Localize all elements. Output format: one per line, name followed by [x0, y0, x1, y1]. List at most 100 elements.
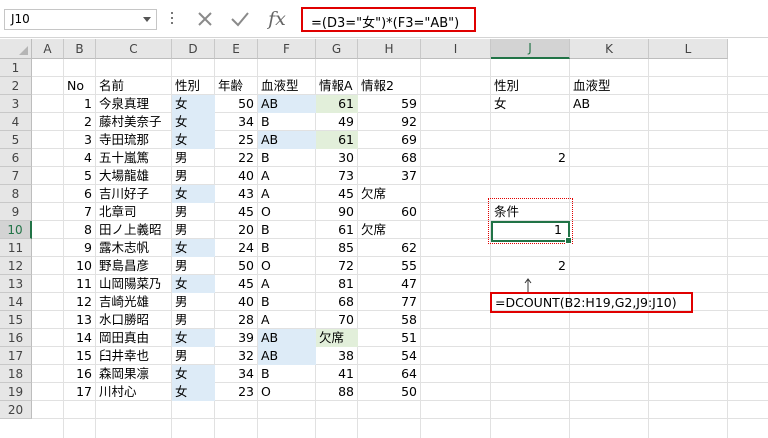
- table-cell[interactable]: 50: [215, 257, 258, 275]
- table-cell[interactable]: 90: [316, 203, 358, 221]
- table-cell[interactable]: 今泉真理: [96, 95, 172, 113]
- table-cell[interactable]: 92: [358, 113, 421, 131]
- table-cell[interactable]: 39: [215, 329, 258, 347]
- row-header-19[interactable]: 19: [0, 383, 32, 401]
- table-cell[interactable]: 55: [358, 257, 421, 275]
- dcount-result[interactable]: 2: [491, 257, 570, 275]
- table-cell[interactable]: 9: [64, 239, 96, 257]
- table-cell[interactable]: 22: [215, 149, 258, 167]
- table-cell[interactable]: 69: [358, 131, 421, 149]
- table-cell[interactable]: 女: [172, 113, 215, 131]
- table-cell[interactable]: 女: [172, 329, 215, 347]
- table-cell[interactable]: 寺田琉那: [96, 131, 172, 149]
- row-header-13[interactable]: 13: [0, 275, 32, 293]
- table-cell[interactable]: 51: [358, 329, 421, 347]
- table-cell[interactable]: 男: [172, 203, 215, 221]
- table-cell[interactable]: 72: [316, 257, 358, 275]
- table-cell[interactable]: 7: [64, 203, 96, 221]
- table-cell[interactable]: 欠席: [358, 185, 421, 203]
- select-all-button[interactable]: [0, 39, 32, 59]
- table-cell[interactable]: 38: [316, 347, 358, 365]
- chevron-down-icon[interactable]: [143, 17, 151, 22]
- table-cell[interactable]: 13: [64, 311, 96, 329]
- table-cell[interactable]: 37: [358, 167, 421, 185]
- table-cell[interactable]: 五十嵐篤: [96, 149, 172, 167]
- table-cell[interactable]: 45: [316, 185, 358, 203]
- active-cell-selection[interactable]: [491, 221, 572, 244]
- row-header-11[interactable]: 11: [0, 239, 32, 257]
- table-cell[interactable]: 14: [64, 329, 96, 347]
- row-header-4[interactable]: 4: [0, 113, 32, 131]
- table-cell[interactable]: 41: [316, 365, 358, 383]
- row-header-14[interactable]: 14: [0, 293, 32, 311]
- table-cell[interactable]: AB: [258, 347, 316, 365]
- result-cell[interactable]: 2: [491, 149, 570, 167]
- table-cell[interactable]: 6: [64, 185, 96, 203]
- table-cell[interactable]: 1: [64, 95, 96, 113]
- table-cell[interactable]: 54: [358, 347, 421, 365]
- table-cell[interactable]: 85: [316, 239, 358, 257]
- table-cell[interactable]: A: [258, 185, 316, 203]
- table-cell[interactable]: 62: [358, 239, 421, 257]
- table-cell[interactable]: 藤村美奈子: [96, 113, 172, 131]
- row-header-5[interactable]: 5: [0, 131, 32, 149]
- table-cell[interactable]: 5: [64, 167, 96, 185]
- row-header-2[interactable]: 2: [0, 77, 32, 95]
- table-cell[interactable]: 8: [64, 221, 96, 239]
- table-cell[interactable]: 吉川好子: [96, 185, 172, 203]
- table-cell[interactable]: 34: [215, 365, 258, 383]
- table-cell[interactable]: 28: [215, 311, 258, 329]
- column-header-b[interactable]: B: [64, 39, 96, 59]
- table-cell[interactable]: 女: [172, 275, 215, 293]
- row-header-6[interactable]: 6: [0, 149, 32, 167]
- table-cell[interactable]: 男: [172, 221, 215, 239]
- table-cell[interactable]: 25: [215, 131, 258, 149]
- column-header-j[interactable]: J: [491, 39, 570, 59]
- row-header-1[interactable]: 1: [0, 59, 32, 77]
- table-cell[interactable]: 68: [316, 293, 358, 311]
- row-header-15[interactable]: 15: [0, 311, 32, 329]
- table-cell[interactable]: 4: [64, 149, 96, 167]
- table-cell[interactable]: 30: [316, 149, 358, 167]
- table-cell[interactable]: B: [258, 149, 316, 167]
- table-cell[interactable]: 女: [172, 383, 215, 401]
- table-cell[interactable]: 61: [316, 131, 358, 149]
- table-cell[interactable]: 男: [172, 167, 215, 185]
- table-cell[interactable]: 山岡陽菜乃: [96, 275, 172, 293]
- table-cell[interactable]: 女: [172, 365, 215, 383]
- table-cell[interactable]: 64: [358, 365, 421, 383]
- table-cell[interactable]: 森岡果凛: [96, 365, 172, 383]
- table-cell[interactable]: B: [258, 113, 316, 131]
- table-cell[interactable]: O: [258, 257, 316, 275]
- table-header-cell[interactable]: 年齢: [215, 77, 258, 95]
- table-cell[interactable]: 女: [172, 131, 215, 149]
- table-cell[interactable]: 男: [172, 311, 215, 329]
- table-cell[interactable]: 男: [172, 293, 215, 311]
- table-cell[interactable]: 17: [64, 383, 96, 401]
- table-cell[interactable]: A: [258, 311, 316, 329]
- table-cell[interactable]: 45: [215, 203, 258, 221]
- table-cell[interactable]: 15: [64, 347, 96, 365]
- table-cell[interactable]: O: [258, 203, 316, 221]
- row-header-7[interactable]: 7: [0, 167, 32, 185]
- table-cell[interactable]: 吉崎光雄: [96, 293, 172, 311]
- column-header-e[interactable]: E: [215, 39, 258, 59]
- table-cell[interactable]: 3: [64, 131, 96, 149]
- row-header-17[interactable]: 17: [0, 347, 32, 365]
- table-header-cell[interactable]: No: [64, 77, 96, 95]
- column-header-d[interactable]: D: [172, 39, 215, 59]
- table-cell[interactable]: 臼井幸也: [96, 347, 172, 365]
- table-cell[interactable]: 男: [172, 149, 215, 167]
- table-cell[interactable]: A: [258, 167, 316, 185]
- table-cell[interactable]: 58: [358, 311, 421, 329]
- table-cell[interactable]: 欠席: [316, 329, 358, 347]
- table-cell[interactable]: 野島昌彦: [96, 257, 172, 275]
- column-header-h[interactable]: H: [358, 39, 421, 59]
- row-header-10[interactable]: 10: [0, 221, 32, 239]
- table-cell[interactable]: B: [258, 221, 316, 239]
- drag-handle-icon[interactable]: [171, 12, 173, 26]
- table-cell[interactable]: 10: [64, 257, 96, 275]
- table-cell[interactable]: 女: [172, 95, 215, 113]
- column-header-c[interactable]: C: [96, 39, 172, 59]
- table-cell[interactable]: 61: [316, 95, 358, 113]
